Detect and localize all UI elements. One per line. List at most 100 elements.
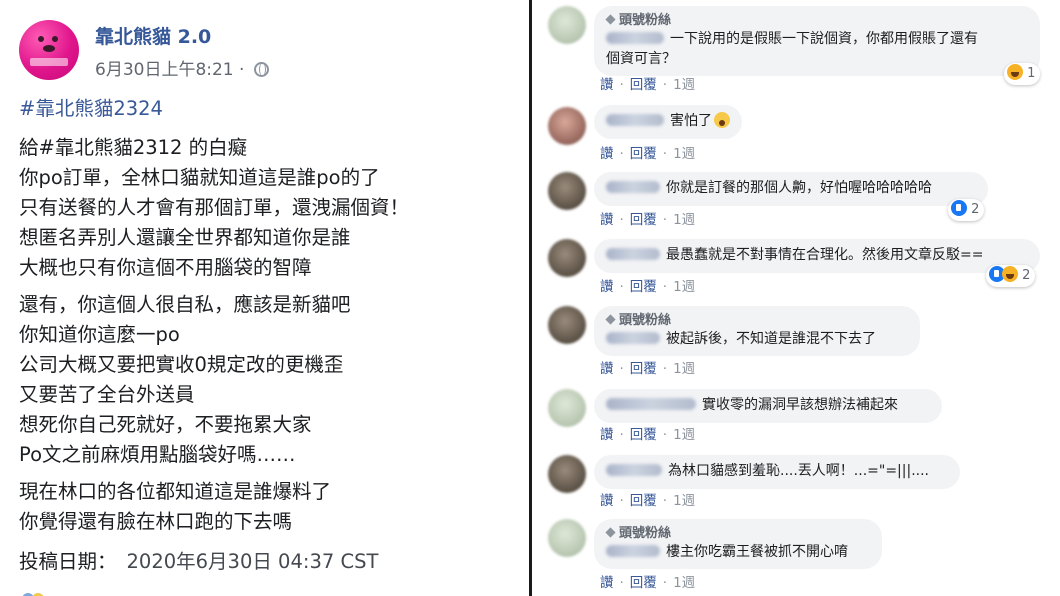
comment-time[interactable]: 1週 — [673, 212, 695, 228]
blurred-username[interactable] — [606, 32, 664, 44]
commenter-avatar[interactable] — [548, 455, 586, 493]
comment-actions: 讚 · 回覆 · 1週 — [600, 77, 696, 93]
reply-link[interactable]: 回覆 — [630, 77, 657, 93]
comment-time[interactable]: 1週 — [673, 427, 695, 443]
post-line: 你po訂單，全林口貓就知道這是誰po的了 — [19, 166, 380, 189]
globe-icon — [253, 62, 269, 77]
commenter-avatar[interactable] — [548, 6, 586, 44]
comment-time[interactable]: 1週 — [673, 361, 695, 377]
comment-actions: 讚 · 回覆 · 1週 — [600, 575, 696, 591]
comment-time[interactable]: 1週 — [673, 146, 695, 162]
reply-link[interactable]: 回覆 — [630, 146, 657, 162]
commenter-avatar[interactable] — [548, 389, 586, 427]
post-reactions[interactable] — [22, 590, 62, 596]
comment-bubble: 實收零的漏洞早該想辦法補起來 — [594, 389, 942, 423]
post-panel: 靠北熊貓 2.0 6月30日上午8:21 · #靠北熊貓2324 給#靠北熊貓2… — [0, 0, 528, 596]
scream-emoji-icon — [714, 112, 730, 128]
reply-link[interactable]: 回覆 — [630, 427, 657, 443]
reply-link[interactable]: 回覆 — [630, 361, 657, 377]
comment-text: 害怕了 — [670, 113, 712, 129]
post-line: 想匿名弄別人還讓全世界都知道你是誰 — [19, 226, 351, 249]
reaction-count[interactable]: 1 — [1004, 63, 1041, 85]
comment-time[interactable]: 1週 — [673, 493, 695, 509]
timestamp-text[interactable]: 6月30日上午8:21 · — [95, 60, 244, 80]
haha-reaction-icon — [1002, 266, 1018, 282]
post-timestamp[interactable]: 6月30日上午8:21 · — [95, 55, 269, 80]
comment-bubble: 頭號粉絲 被起訴後，不知道是誰混不下去了 — [594, 306, 920, 356]
post-line: 給#靠北熊貓2312 的白癡 — [19, 136, 248, 159]
haha-reaction-icon — [1007, 64, 1023, 80]
post-line: Po文之前麻煩用點腦袋好嗎…… — [19, 443, 296, 466]
reaction-count[interactable]: 2 — [948, 199, 985, 221]
post-line: 你覺得還有臉在林口跑的下去嗎 — [19, 510, 293, 533]
like-link[interactable]: 讚 — [600, 279, 614, 295]
comment-bubble: 害怕了 — [594, 105, 742, 139]
hashtag-link[interactable]: #靠北熊貓2324 — [19, 94, 519, 126]
post-body: #靠北熊貓2324 給#靠北熊貓2312 的白癡 你po訂單，全林口貓就知道這是… — [19, 94, 519, 577]
like-link[interactable]: 讚 — [600, 493, 614, 509]
post-line: 想死你自己死就好，不要拖累大家 — [19, 413, 312, 436]
post-line: 只有送餐的人才會有那個訂單，還洩漏個資！ — [19, 196, 410, 219]
blurred-username[interactable] — [606, 181, 660, 193]
like-link[interactable]: 讚 — [600, 212, 614, 228]
comments-panel: 頭號粉絲 一下說用的是假賬一下說個資，你都用假賬了還有 個資可言？ 讚 · 回覆 · 1… — [532, 0, 1060, 596]
date-value: 2020年6月30日 04:37 CST — [126, 550, 379, 573]
commenter-avatar[interactable] — [548, 172, 586, 210]
blurred-username[interactable] — [606, 398, 696, 410]
like-link[interactable]: 讚 — [600, 575, 614, 591]
top-fan-badge: 頭號粉絲 — [605, 12, 1028, 29]
like-link[interactable]: 讚 — [600, 77, 614, 93]
comment-time[interactable]: 1週 — [673, 77, 695, 93]
post-line: 又要苦了全台外送員 — [19, 383, 195, 406]
like-link[interactable]: 讚 — [600, 361, 614, 377]
post-line: 公司大概又要把實收0規定改的更機歪 — [19, 353, 344, 376]
diamond-icon — [605, 314, 616, 325]
commenter-avatar[interactable] — [548, 519, 586, 557]
reply-link[interactable]: 回覆 — [630, 212, 657, 228]
comment-time[interactable]: 1週 — [673, 575, 695, 591]
post-line: 你知道你這麼一po — [19, 323, 180, 346]
panda-logo-icon — [36, 34, 62, 56]
reply-link[interactable]: 回覆 — [630, 493, 657, 509]
comment-bubble: 你就是訂餐的那個人齁，好怕喔哈哈哈哈哈 — [594, 172, 988, 206]
commenter-avatar[interactable] — [548, 306, 586, 344]
reply-link[interactable]: 回覆 — [630, 279, 657, 295]
like-link[interactable]: 讚 — [600, 146, 614, 162]
like-link[interactable]: 讚 — [600, 427, 614, 443]
commenter-avatar[interactable] — [548, 107, 586, 145]
comment-bubble: 最愚蠢就是不對事情在合理化。然後用文章反駁== — [594, 239, 1040, 273]
blurred-username[interactable] — [606, 464, 662, 476]
blurred-username[interactable] — [606, 248, 660, 260]
paragraph-2: 還有，你這個人很自私，應該是新貓吧 你知道你這麼一po 公司大概又要把實收0規定… — [19, 290, 519, 470]
comment-actions: 讚 · 回覆 · 1週 — [600, 493, 696, 509]
comment-actions: 讚 · 回覆 · 1週 — [600, 427, 696, 443]
comment-bubble: 頭號粉絲 一下說用的是假賬一下說個資，你都用假賬了還有 個資可言？ — [594, 6, 1040, 76]
comment-actions: 讚 · 回覆 · 1週 — [600, 146, 696, 162]
diamond-icon — [605, 527, 616, 538]
comment-text: 被起訴後，不知道是誰混不下去了 — [666, 331, 876, 347]
comment-text: 為林口貓感到羞恥....丟人啊！...="=|||.... — [668, 463, 930, 479]
date-label: 投稿日期： — [19, 550, 117, 573]
comment-text: 實收零的漏洞早該想辦法補起來 — [702, 397, 898, 413]
blurred-username[interactable] — [606, 332, 660, 344]
diamond-icon — [605, 14, 616, 25]
comment-actions: 讚 · 回覆 · 1週 — [600, 361, 696, 377]
comment-time[interactable]: 1週 — [673, 279, 695, 295]
comment-actions: 讚 · 回覆 · 1週 — [600, 212, 696, 228]
post-line: 大概也只有你這個不用腦袋的智障 — [19, 256, 312, 279]
blurred-username[interactable] — [606, 545, 660, 557]
post-line: 還有，你這個人很自私，應該是新貓吧 — [19, 293, 351, 316]
comment-text: 你就是訂餐的那個人齁，好怕喔哈哈哈哈哈 — [666, 180, 932, 196]
page-avatar[interactable] — [19, 20, 79, 80]
paragraph-3: 現在林口的各位都知道這是誰爆料了 你覺得還有臉在林口跑的下去嗎 — [19, 477, 519, 537]
comment-text: 個資可言？ — [606, 51, 676, 67]
page-name-link[interactable]: 靠北熊貓 2.0 — [95, 22, 211, 49]
submission-date: 投稿日期： 2020年6月30日 04:37 CST — [19, 547, 519, 577]
reply-link[interactable]: 回覆 — [630, 575, 657, 591]
paragraph-1: 給#靠北熊貓2312 的白癡 你po訂單，全林口貓就知道這是誰po的了 只有送餐… — [19, 133, 519, 283]
comment-bubble: 頭號粉絲 樓主你吃霸王餐被抓不開心唷 — [594, 519, 882, 569]
top-fan-badge: 頭號粉絲 — [605, 312, 908, 329]
blurred-username[interactable] — [606, 114, 664, 126]
commenter-avatar[interactable] — [548, 239, 586, 277]
reaction-count[interactable]: 2 — [986, 265, 1036, 287]
